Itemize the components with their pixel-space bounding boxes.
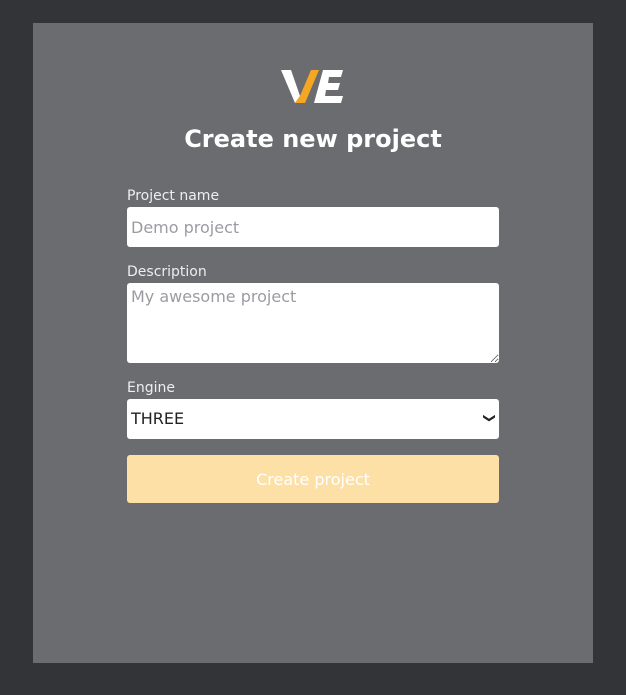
description-textarea[interactable] — [127, 283, 499, 363]
description-label: Description — [127, 264, 207, 280]
project-name-label: Project name — [127, 188, 220, 204]
create-project-panel: Create new project Project name Descript… — [33, 23, 593, 663]
engine-select[interactable]: THREE — [127, 399, 499, 439]
engine-label: Engine — [127, 380, 175, 396]
project-name-input[interactable] — [127, 207, 499, 247]
page-title: Create new project — [184, 125, 442, 153]
ve-logo-icon — [281, 70, 343, 103]
create-project-button[interactable]: Create project — [127, 455, 499, 503]
